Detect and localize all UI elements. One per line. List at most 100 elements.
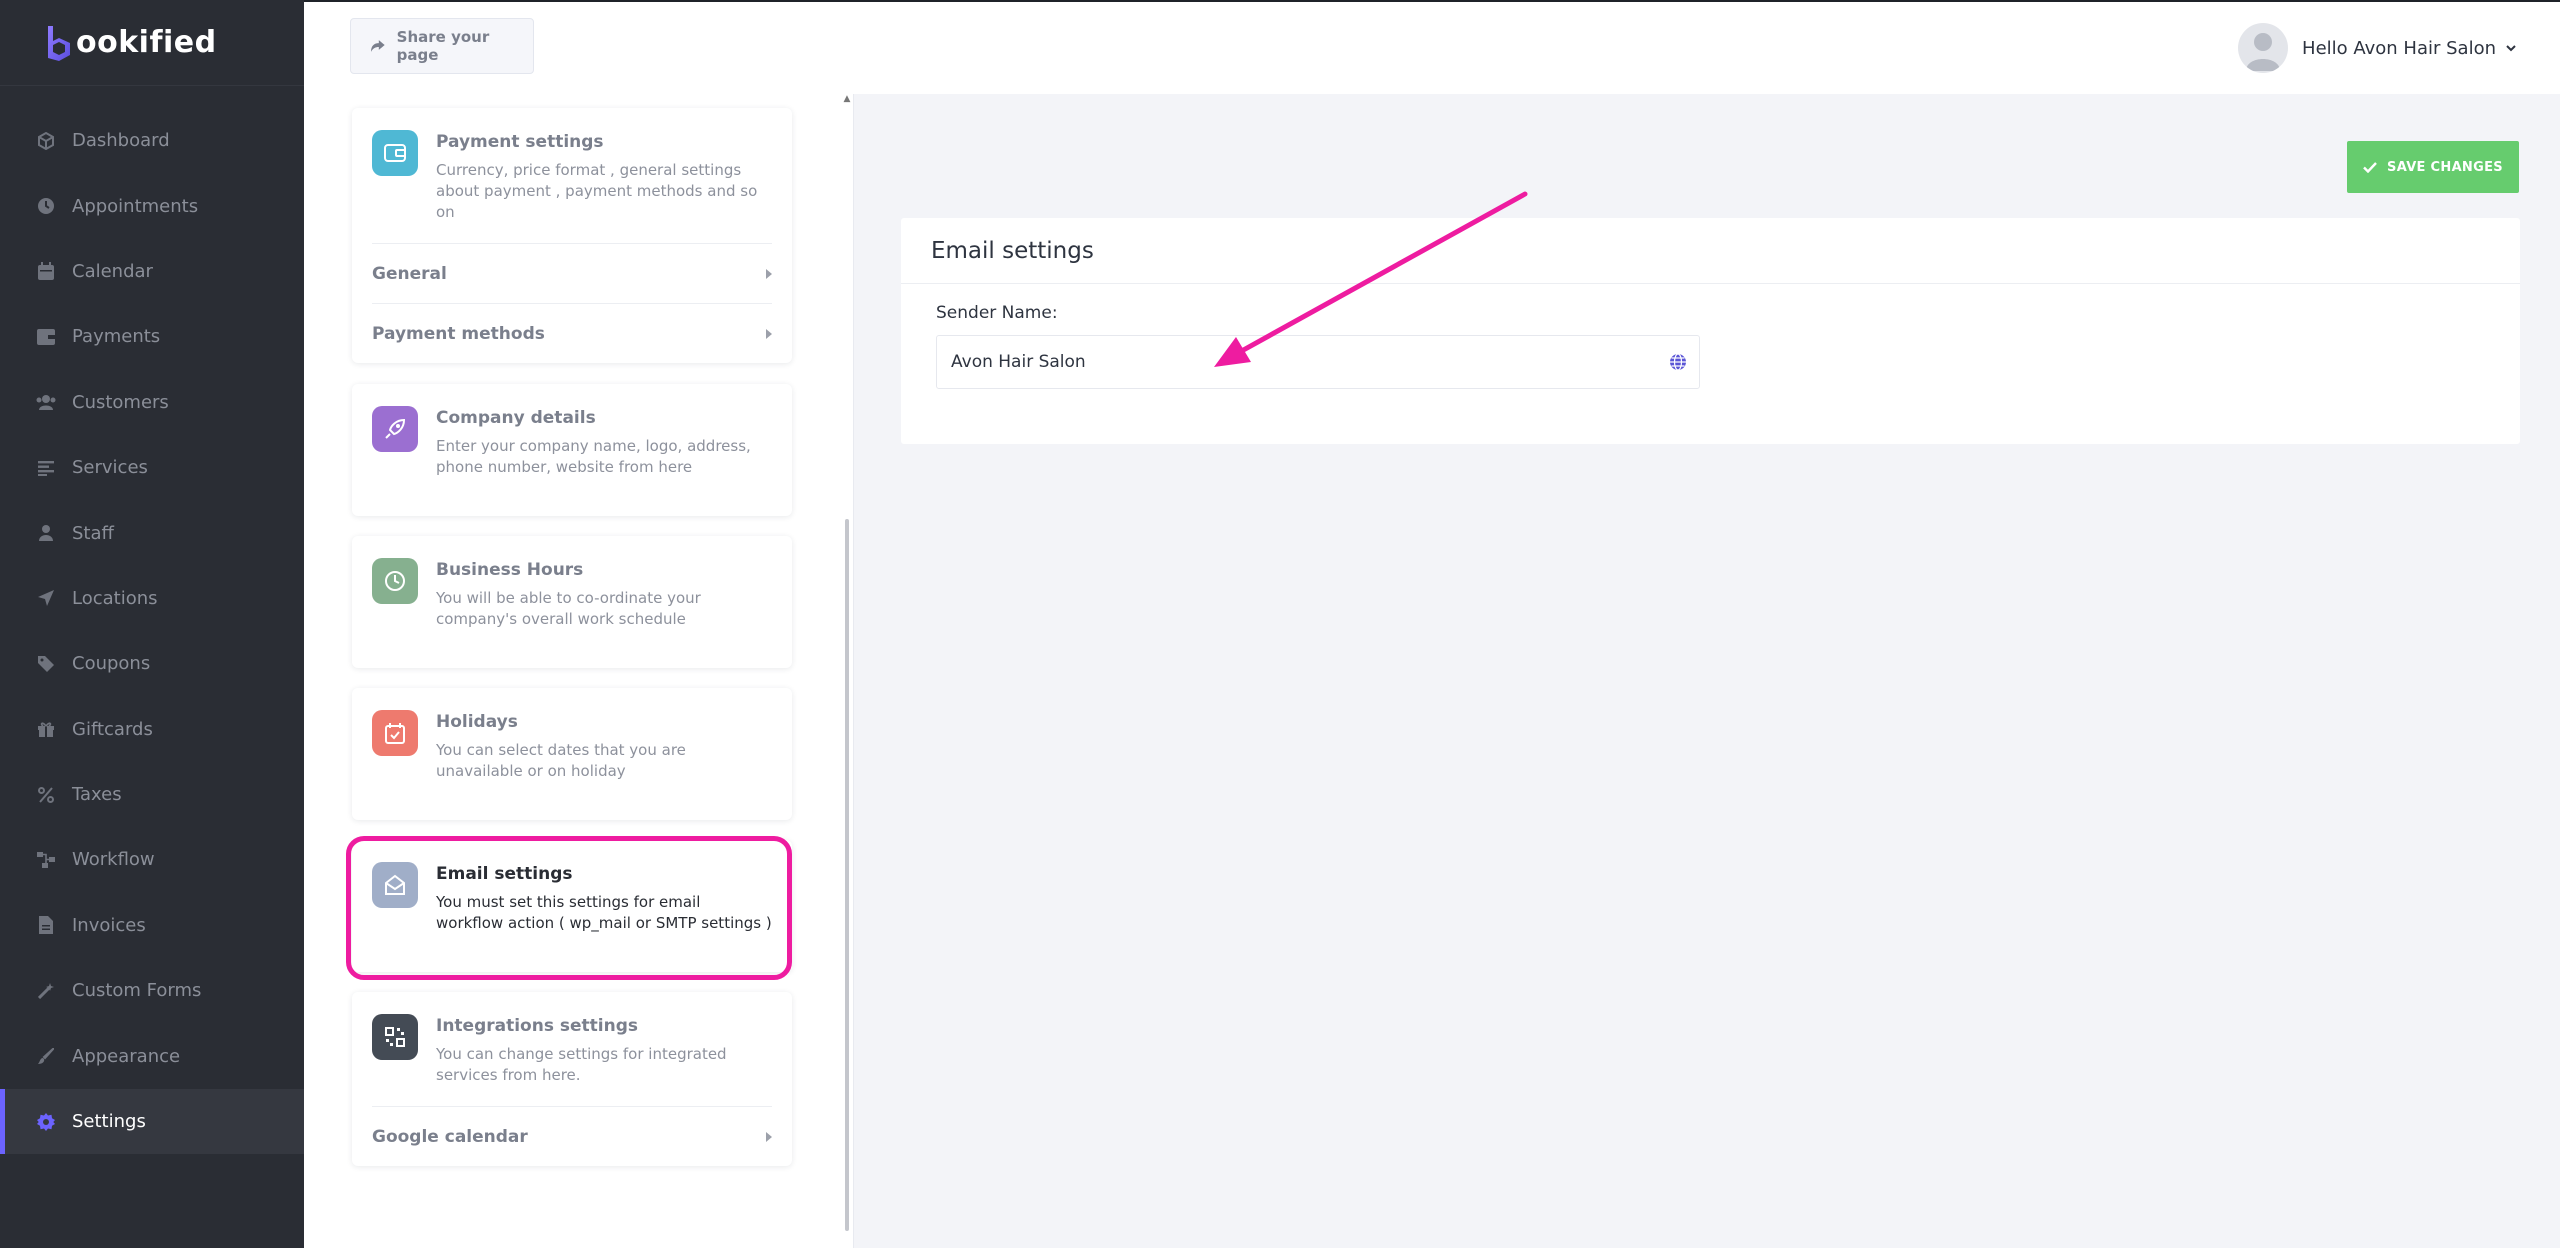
submenu-general[interactable]: General — [372, 243, 772, 303]
card-description: You can select dates that you are unavai… — [436, 741, 686, 780]
sender-name-label: Sender Name: — [936, 303, 1058, 323]
top-header: Share your page Hello Avon Hair Salon — [304, 0, 2560, 94]
business-hours-card[interactable]: Business Hours You will be able to co-or… — [352, 536, 792, 668]
sidebar-item-custom-forms[interactable]: Custom Forms — [0, 958, 304, 1023]
scroll-up-arrow-icon[interactable]: ▲ — [843, 94, 851, 106]
sidebar-item-giftcards[interactable]: Giftcards — [0, 697, 304, 762]
rocket-icon — [372, 406, 418, 452]
globe-icon[interactable] — [1669, 353, 1687, 371]
sidebar-item-label: Staff — [72, 522, 114, 544]
share-page-label: Share your page — [396, 28, 490, 64]
brush-icon — [36, 1046, 56, 1066]
card-description: You will be able to co-ordinate your com… — [436, 589, 701, 628]
check-icon — [2363, 161, 2377, 173]
sidebar-item-customers[interactable]: Customers — [0, 370, 304, 435]
share-icon — [371, 40, 385, 52]
scrollbar-thumb[interactable] — [845, 519, 849, 1231]
sidebar-item-label: Settings — [72, 1111, 146, 1133]
submenu-label: Payment methods — [372, 323, 545, 344]
card-title: Payment settings — [436, 132, 604, 152]
submenu-payment-methods[interactable]: Payment methods — [372, 303, 772, 363]
clock-icon — [372, 558, 418, 604]
sidebar-item-taxes[interactable]: Taxes — [0, 762, 304, 827]
users-icon — [36, 392, 56, 412]
gift-icon — [36, 719, 56, 739]
dashboard-icon — [36, 131, 56, 151]
sidebar-item-services[interactable]: Services — [0, 435, 304, 500]
wallet-icon — [36, 327, 56, 347]
magic-icon — [36, 981, 56, 1001]
sidebar-item-calendar[interactable]: Calendar — [0, 239, 304, 304]
sender-name-value: Avon Hair Salon — [951, 352, 1086, 372]
sidebar-item-settings[interactable]: Settings — [0, 1088, 304, 1155]
save-changes-label: SAVE CHANGES — [2387, 159, 2503, 175]
sidebar-item-label: Dashboard — [72, 130, 170, 152]
sidebar-item-label: Appearance — [72, 1045, 181, 1067]
panel-title: Email settings — [931, 238, 1094, 264]
card-description: Enter your company name, logo, address, … — [436, 437, 751, 476]
calendar-check-icon — [372, 710, 418, 756]
file-icon — [36, 915, 56, 935]
sidebar-item-workflow[interactable]: Workflow — [0, 827, 304, 892]
sidebar-item-label: Services — [72, 457, 148, 479]
save-changes-button[interactable]: SAVE CHANGES — [2347, 141, 2519, 193]
sidebar-item-locations[interactable]: Locations — [0, 566, 304, 631]
sidebar-item-label: Coupons — [72, 653, 151, 675]
card-description: Currency, price format , general setting… — [436, 161, 758, 221]
annotation-highlight-box — [346, 836, 792, 980]
share-page-button[interactable]: Share your page — [350, 18, 534, 74]
submenu-label: General — [372, 263, 447, 284]
user-menu[interactable]: Hello Avon Hair Salon — [2238, 22, 2516, 74]
email-settings-panel: Email settings Sender Name: Avon Hair Sa… — [901, 218, 2520, 444]
sidebar-item-label: Payments — [72, 326, 161, 348]
gear-icon — [36, 1112, 56, 1132]
sidebar-item-label: Giftcards — [72, 718, 153, 740]
logo-text: ookified — [76, 25, 217, 60]
caret-right-icon — [766, 1131, 772, 1142]
company-details-card[interactable]: Company details Enter your company name,… — [352, 384, 792, 516]
user-icon — [36, 523, 56, 543]
wallet-icon — [372, 130, 418, 176]
sidebar-item-label: Workflow — [72, 849, 155, 871]
sidebar-item-label: Appointments — [72, 195, 199, 217]
card-title: Business Hours — [436, 560, 584, 580]
tag-icon — [36, 654, 56, 674]
sidebar-item-invoices[interactable]: Invoices — [0, 893, 304, 958]
caret-right-icon — [766, 268, 772, 279]
chevron-down-icon — [2506, 44, 2516, 51]
payment-settings-card[interactable]: Payment settings Currency, price format … — [352, 108, 792, 363]
integrations-settings-card[interactable]: Integrations settings You can change set… — [352, 992, 792, 1166]
sidebar-item-label: Customers — [72, 391, 169, 413]
sidebar-item-label: Custom Forms — [72, 980, 202, 1002]
sidebar-item-staff[interactable]: Staff — [0, 500, 304, 565]
sender-name-input[interactable]: Avon Hair Salon — [936, 335, 1700, 389]
qr-icon — [372, 1014, 418, 1060]
sidebar-item-label: Taxes — [72, 784, 122, 806]
submenu-label: Google calendar — [372, 1126, 528, 1147]
scrollbar[interactable]: ▲ — [843, 94, 851, 1248]
card-description: You can change settings for integrated s… — [436, 1045, 727, 1084]
divider — [901, 283, 2520, 284]
workflow-icon — [36, 850, 56, 870]
sidebar-item-label: Invoices — [72, 914, 146, 936]
bookified-logo-icon — [48, 25, 70, 61]
logo[interactable]: ookified — [0, 0, 304, 86]
sidebar: ookified Dashboard Appointments Calendar… — [0, 0, 304, 1248]
card-title: Integrations settings — [436, 1016, 638, 1036]
percent-icon — [36, 785, 56, 805]
sidebar-nav: Dashboard Appointments Calendar Payments… — [0, 108, 304, 1155]
sidebar-item-appearance[interactable]: Appearance — [0, 1023, 304, 1088]
sidebar-item-label: Calendar — [72, 260, 153, 282]
clock-icon — [36, 196, 56, 216]
sidebar-item-dashboard[interactable]: Dashboard — [0, 108, 304, 173]
sidebar-item-label: Locations — [72, 587, 158, 609]
list-icon — [36, 458, 56, 478]
calendar-icon — [36, 261, 56, 281]
holidays-card[interactable]: Holidays You can select dates that you a… — [352, 688, 792, 820]
sidebar-item-payments[interactable]: Payments — [0, 304, 304, 369]
caret-right-icon — [766, 328, 772, 339]
sidebar-item-coupons[interactable]: Coupons — [0, 631, 304, 696]
submenu-google-calendar[interactable]: Google calendar — [372, 1106, 772, 1166]
sidebar-item-appointments[interactable]: Appointments — [0, 173, 304, 238]
card-title: Company details — [436, 408, 596, 428]
